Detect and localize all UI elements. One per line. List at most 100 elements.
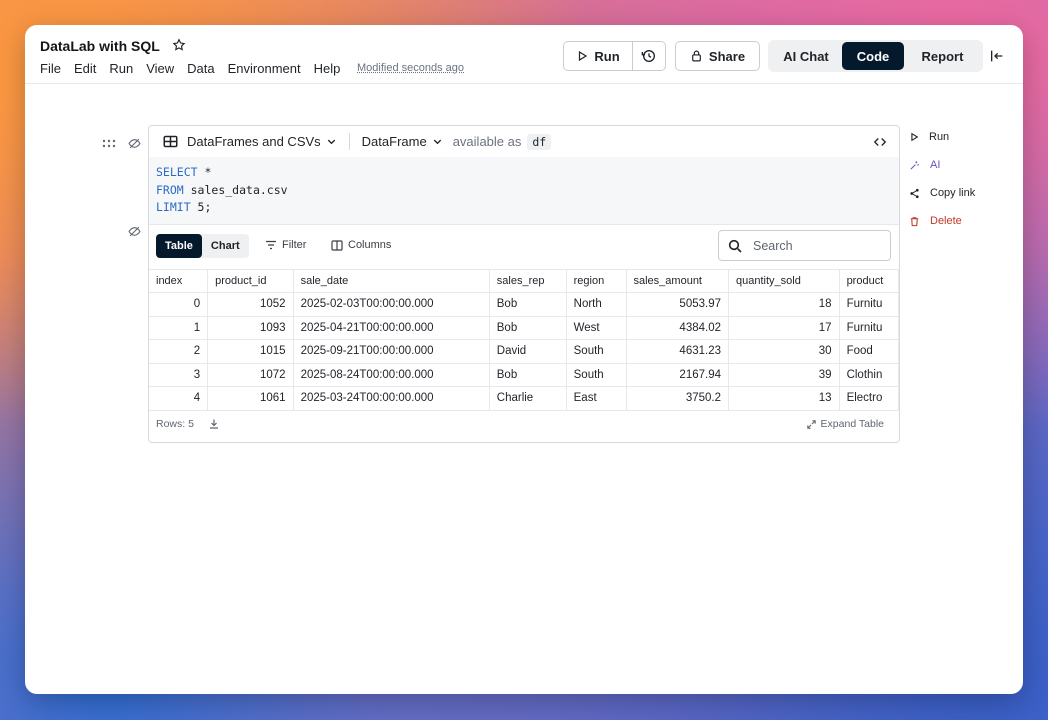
table-cell: 17: [728, 316, 840, 340]
run-label: Run: [594, 48, 620, 64]
divider: [348, 133, 350, 150]
table-cell: 3: [149, 363, 209, 387]
search-input[interactable]: [751, 237, 885, 254]
filter-label: Filter: [282, 239, 307, 251]
share-icon: [910, 188, 919, 198]
menu-file[interactable]: File: [40, 61, 61, 76]
download-icon[interactable]: [208, 418, 220, 430]
table-footer: Rows: 5: [156, 418, 220, 430]
source-selector[interactable]: DataFrames and CSVs: [187, 134, 321, 149]
table-cell: Electro: [839, 386, 899, 410]
table-cell: 1052: [207, 292, 294, 317]
table-cell: 4: [149, 386, 209, 410]
table-cell: North: [566, 292, 627, 317]
share-button[interactable]: Share: [675, 41, 760, 71]
cell-header: DataFrames and CSVs DataFrame available …: [149, 126, 899, 158]
sparkle-icon: [910, 160, 919, 170]
table-cell: 4631.23: [626, 339, 729, 364]
result-view-tabs: Table Chart: [156, 234, 249, 258]
collapse-panel-icon[interactable]: [989, 48, 1005, 64]
expand-icon: [806, 419, 816, 429]
column-header[interactable]: index: [149, 270, 209, 293]
tab-chart[interactable]: Chart: [202, 234, 249, 258]
side-run-button[interactable]: Run: [909, 131, 949, 143]
table-cell: 1: [149, 316, 209, 340]
column-header[interactable]: quantity_sold: [728, 270, 840, 293]
expand-table-button[interactable]: Expand Table: [806, 418, 884, 430]
menu-data[interactable]: Data: [187, 61, 214, 76]
table-row: 3 1072 2025-08-24T00:00:00.000 Bob South…: [149, 363, 899, 387]
notebook-title[interactable]: DataLab with SQL: [40, 38, 160, 54]
hide-code-icon[interactable]: [128, 137, 141, 150]
side-copy-link-button[interactable]: Copy link: [909, 187, 975, 199]
code-editor[interactable]: SELECT * FROM sales_data.csv LIMIT 5;: [149, 157, 899, 225]
side-delete-button[interactable]: Delete: [909, 215, 962, 227]
table-header-row: index product_id sale_date sales_rep reg…: [149, 270, 899, 293]
modified-status: Modified seconds ago: [357, 62, 465, 74]
view-mode-switch: AI Chat Code Report: [768, 40, 983, 72]
column-header[interactable]: sale_date: [293, 270, 490, 293]
column-header[interactable]: sales_amount: [626, 270, 729, 293]
column-header[interactable]: region: [566, 270, 627, 293]
column-header[interactable]: product_id: [207, 270, 294, 293]
drag-handle-icon[interactable]: [102, 138, 116, 150]
table-cell: Bob: [489, 363, 567, 387]
table-cell: 5053.97: [626, 292, 729, 317]
sql-keyword: FROM: [156, 182, 184, 197]
table-cell: 2025-08-24T00:00:00.000: [293, 363, 490, 387]
run-button[interactable]: Run: [563, 41, 633, 71]
side-ai-button[interactable]: AI: [909, 159, 940, 171]
table-cell: 2025-04-21T00:00:00.000: [293, 316, 490, 340]
side-copy-link-label: Copy link: [930, 187, 976, 199]
menu-help[interactable]: Help: [314, 61, 341, 76]
table-row: 1 1093 2025-04-21T00:00:00.000 Bob West …: [149, 316, 899, 340]
side-ai-label: AI: [930, 159, 941, 171]
run-history-button[interactable]: [632, 41, 666, 71]
code-text: sales_data.csv: [183, 182, 288, 197]
menu-bar: File Edit Run View Data Environment Help: [40, 61, 340, 76]
table-row: 0 1052 2025-02-03T00:00:00.000 Bob North…: [149, 292, 899, 317]
columns-label: Columns: [348, 239, 392, 251]
tab-code[interactable]: Code: [842, 42, 904, 70]
tab-table[interactable]: Table: [156, 234, 202, 258]
side-run-label: Run: [929, 131, 950, 143]
menu-environment[interactable]: Environment: [228, 61, 301, 76]
tab-report[interactable]: Report: [904, 42, 981, 70]
table-cell: 18: [728, 292, 840, 317]
menu-view[interactable]: View: [146, 61, 174, 76]
share-label: Share: [708, 48, 746, 64]
tab-ai-chat[interactable]: AI Chat: [770, 42, 842, 70]
table-cell: 4384.02: [626, 316, 729, 340]
table-cell: 2167.94: [626, 363, 729, 387]
table-row: 2 1015 2025-09-21T00:00:00.000 David Sou…: [149, 339, 899, 364]
expand-label: Expand Table: [820, 418, 884, 430]
app-window: DataLab with SQL File Edit Run View Data…: [25, 25, 1023, 694]
chevron-down-icon[interactable]: [326, 136, 337, 147]
sql-keyword: SELECT: [156, 165, 198, 179]
variable-name[interactable]: df: [527, 133, 552, 150]
table-cell: 1093: [207, 316, 294, 340]
star-icon[interactable]: [172, 38, 186, 52]
row-count: Rows: 5: [156, 418, 194, 430]
column-header[interactable]: sales_rep: [489, 270, 567, 293]
output-type-selector[interactable]: DataFrame: [362, 134, 427, 149]
column-header[interactable]: product: [839, 270, 899, 293]
table-cell: Clothin: [839, 363, 899, 387]
filter-button[interactable]: Filter: [265, 239, 306, 251]
table-cell: South: [566, 339, 627, 364]
table-icon: [163, 135, 178, 148]
menu-run[interactable]: Run: [109, 61, 133, 76]
table-cell: Furnitu: [839, 316, 899, 340]
lock-icon: [692, 50, 701, 62]
table-row: 4 1061 2025-03-24T00:00:00.000 Charlie E…: [149, 386, 899, 410]
side-delete-label: Delete: [930, 215, 962, 227]
table-cell: 13: [728, 386, 840, 410]
hide-output-icon[interactable]: [128, 225, 141, 238]
columns-button[interactable]: Columns: [331, 239, 391, 251]
table-cell: East: [566, 386, 627, 410]
search-box: [718, 230, 891, 261]
code-brackets-icon[interactable]: [873, 135, 887, 149]
menu-edit[interactable]: Edit: [74, 61, 96, 76]
search-icon: [728, 239, 742, 253]
chevron-down-icon[interactable]: [432, 136, 443, 147]
